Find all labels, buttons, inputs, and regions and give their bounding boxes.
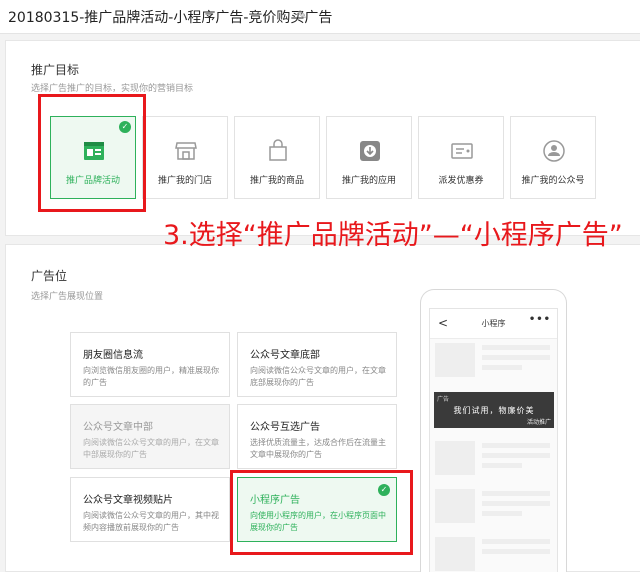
placeholder-line [482,511,522,516]
shopping-bag-icon [269,139,287,161]
placement-card-video-patch[interactable]: 公众号文章视频贴片 向阅读微信公众号文章的用户，其中视频内容播放前展现你的广告 [70,477,230,542]
goal-tile-product[interactable]: 推广我的商品 [234,116,320,199]
placeholder-line [482,453,550,458]
placeholder-thumb [435,343,475,377]
annotation-text: 3.选择“推广品牌活动”—“小程序广告” [163,220,623,251]
placement-card-desc: 向阅读微信公众号文章的用户，在文章底部展现你的广告 [250,366,386,387]
goal-tile-label: 推广我的公众号 [521,176,585,186]
placeholder-line [482,365,522,370]
placement-card-desc: 向阅读微信公众号文章的用户，其中视频内容播放前展现你的广告 [83,511,219,532]
placeholder-line [482,501,550,506]
coupon-icon [451,143,473,159]
placeholder-line [482,549,550,554]
placeholder-line [482,355,550,360]
placement-card-moments[interactable]: 朋友圈信息流 向浏览微信朋友圈的用户，精准展现你的广告 [70,332,230,397]
placeholder-line [482,491,550,496]
goal-tile-app[interactable]: 推广我的应用 [326,116,412,199]
ad-banner-button: 活动推广 [526,419,551,426]
top-bar: 20180315-推广品牌活动-小程序广告-竞价购买广告 ✎ [0,0,640,34]
placeholder-line [482,345,550,350]
placement-card-title: 公众号互选广告 [250,422,320,433]
goal-tile-coupon[interactable]: 派发优惠券 [418,116,504,199]
placement-card-title: 公众号文章底部 [250,350,320,361]
placement-card-desc: 向阅读微信公众号文章的用户，在文章中部展现你的广告 [83,438,219,459]
highlight-box-placement [230,470,413,555]
placement-card-desc: 选择优质流量主，达成合作后在流量主文章中展现你的广告 [250,438,386,459]
placement-card-mutual-select[interactable]: 公众号互选广告 选择优质流量主，达成合作后在流量主文章中展现你的广告 [237,404,397,469]
goal-section-title: 推广目标 [31,63,80,77]
placement-card-title: 公众号文章中部 [83,422,153,433]
placement-card-desc: 向浏览微信朋友圈的用户，精准展现你的广告 [83,366,219,387]
placement-card-article-bottom[interactable]: 公众号文章底部 向阅读微信公众号文章的用户，在文章底部展现你的广告 [237,332,397,397]
mini-program-navbar: < 小程序 ••• [430,309,557,339]
placeholder-thumb [435,489,475,523]
goal-tile-label: 推广我的应用 [341,176,396,186]
goal-tile-official-account[interactable]: 推广我的公众号 [510,116,596,199]
placeholder-thumb [435,537,475,571]
placement-section-title: 广告位 [31,269,68,283]
placeholder-line [482,539,550,544]
placeholder-line [482,443,550,448]
app-download-icon [360,141,380,161]
edit-pencil-icon[interactable]: ✎ [297,8,307,22]
goal-section-subtitle: 选择广告推广的目标，实现你的营销目标 [31,84,194,94]
placement-card-title: 朋友圈信息流 [83,350,143,361]
goal-tile-label: 推广我的商品 [249,176,304,186]
official-account-icon [543,140,565,162]
goal-tile-label: 派发优惠券 [438,176,484,186]
placement-card-title: 公众号文章视频贴片 [83,495,173,506]
more-dots-icon: ••• [528,314,551,325]
goal-tile-label: 推广我的门店 [157,176,212,186]
goal-tile-store[interactable]: 推广我的门店 [142,116,228,199]
campaign-title: 20180315-推广品牌活动-小程序广告-竞价购买广告 [8,10,333,26]
phone-preview: < 小程序 ••• 广告 我们试用，物廉价美 活动推广 [420,289,567,572]
store-icon [175,142,197,160]
placeholder-thumb [435,441,475,475]
ad-banner-text: 我们试用，物廉价美 [453,406,535,415]
phone-screen: < 小程序 ••• 广告 我们试用，物廉价美 活动推广 [429,308,558,572]
ad-tag: 广告 [437,396,450,403]
placeholder-line [482,463,522,468]
placement-card-article-middle: 公众号文章中部 向阅读微信公众号文章的用户，在文章中部展现你的广告 [70,404,230,469]
ad-banner-preview: 广告 我们试用，物廉价美 活动推广 [434,392,554,428]
placement-section-subtitle: 选择广告展现位置 [31,292,104,302]
highlight-box-goal [38,94,146,212]
